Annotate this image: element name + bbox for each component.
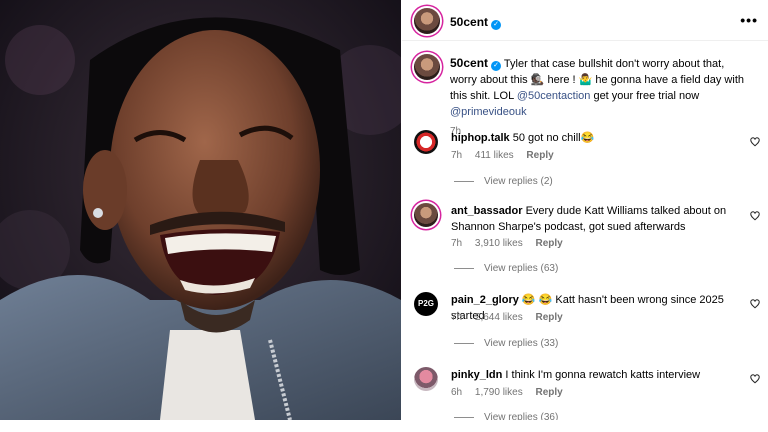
view-replies-button[interactable]: View replies (33): [454, 338, 558, 349]
comment-item: ant_bassador Every dude Katt Williams ta…: [414, 203, 760, 283]
view-replies-button[interactable]: View replies (2): [454, 176, 553, 187]
reply-button[interactable]: Reply: [526, 150, 553, 161]
verified-badge-icon: ✓: [491, 20, 502, 30]
comment-avatar[interactable]: [414, 130, 438, 154]
comment-avatar[interactable]: [414, 367, 438, 391]
comment-username[interactable]: hiphop.talk: [451, 132, 510, 144]
replies-divider-line: [454, 342, 474, 344]
caption-author-avatar[interactable]: [414, 54, 440, 80]
like-heart-icon[interactable]: [750, 137, 760, 147]
more-options-icon[interactable]: •••: [740, 12, 758, 28]
comment-meta: 6h 1,790 likes Reply: [451, 387, 573, 398]
comment-item: P2G pain_2_glory 😂 😂 Katt hasn't been wr…: [414, 292, 760, 356]
post-photo[interactable]: [0, 0, 401, 420]
caption-text-part-2: get your free trial now: [590, 90, 700, 102]
comment-username[interactable]: pain_2_glory: [451, 294, 519, 306]
post-header: 50cent ✓ •••: [402, 0, 768, 41]
post-caption: 50cent ✓ Tyler that case bullshit don't w…: [450, 55, 750, 140]
reply-button[interactable]: Reply: [536, 312, 563, 323]
comment-username[interactable]: pinky_ldn: [451, 369, 502, 381]
comment-meta: 7h 3,910 likes Reply: [451, 238, 573, 249]
view-replies-label: View replies (36): [484, 412, 559, 420]
view-replies-button[interactable]: View replies (63): [454, 263, 558, 274]
comment-likes[interactable]: 3,910 likes: [475, 238, 523, 249]
replies-divider-line: [454, 416, 474, 418]
comment-likes[interactable]: 411 likes: [475, 150, 514, 161]
like-heart-icon[interactable]: [750, 211, 760, 221]
comment-item: hiphop.talk 50 got no chill😂 7h 411 like…: [414, 130, 760, 200]
photo-illustration: [0, 0, 401, 420]
view-replies-button[interactable]: View replies (36): [454, 412, 558, 420]
caption-mention-50centaction[interactable]: @50centaction: [517, 90, 591, 102]
comment-likes[interactable]: 2,644 likes: [475, 312, 523, 323]
comment-time: 7h: [451, 312, 463, 323]
author-avatar[interactable]: [414, 8, 440, 34]
comment-text: I think I'm gonna rewatch katts intervie…: [502, 369, 701, 381]
comment-username[interactable]: ant_bassador: [451, 205, 523, 217]
like-heart-icon[interactable]: [750, 299, 760, 309]
comment-time: 7h: [451, 238, 463, 249]
view-replies-label: View replies (2): [484, 176, 553, 187]
comment-avatar[interactable]: P2G: [414, 292, 438, 316]
comment-time: 6h: [451, 387, 463, 398]
author-username[interactable]: 50cent: [450, 15, 488, 29]
comment-meta: 7h 2,644 likes Reply: [451, 312, 573, 323]
caption-mention-primevideouk[interactable]: @primevideouk: [450, 106, 527, 118]
reply-button[interactable]: Reply: [536, 387, 563, 398]
comment-likes[interactable]: 1,790 likes: [475, 387, 523, 398]
comment-item: pinky_ldn I think I'm gonna rewatch katt…: [414, 367, 760, 420]
replies-divider-line: [454, 180, 474, 182]
bottom-strip: [0, 420, 768, 432]
comment-body: pinky_ldn I think I'm gonna rewatch katt…: [451, 367, 741, 383]
comment-body: hiphop.talk 50 got no chill😂: [451, 130, 741, 146]
comment-time: 7h: [451, 150, 463, 161]
comment-text: 50 got no chill😂: [509, 132, 595, 144]
reply-button[interactable]: Reply: [536, 238, 563, 249]
post-detail-panel: 50cent ✓ ••• 50cent ✓ Tyler that case bull…: [402, 0, 768, 420]
comment-body: ant_bassador Every dude Katt Williams ta…: [451, 203, 741, 235]
view-replies-label: View replies (63): [484, 263, 559, 274]
comment-meta: 7h 411 likes Reply: [451, 150, 564, 161]
view-replies-label: View replies (33): [484, 338, 559, 349]
replies-divider-line: [454, 267, 474, 269]
verified-badge-icon: ✓: [491, 61, 502, 71]
like-heart-icon[interactable]: [750, 374, 760, 384]
comment-avatar[interactable]: [414, 203, 438, 227]
caption-username[interactable]: 50cent: [450, 56, 488, 70]
